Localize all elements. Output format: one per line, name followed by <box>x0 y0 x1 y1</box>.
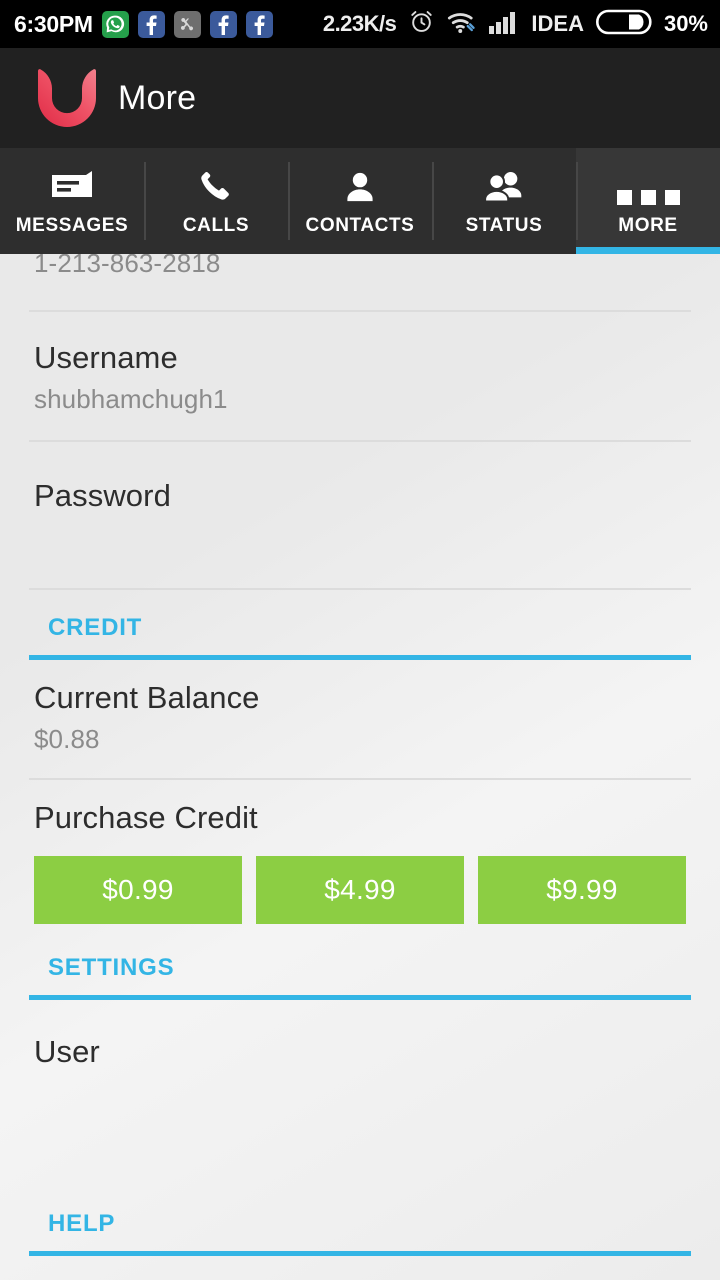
phone-icon <box>198 165 234 205</box>
tab-status[interactable]: STATUS <box>432 148 576 254</box>
list-item-current-balance[interactable]: Current Balance $0.88 <box>0 660 720 780</box>
message-bubble-icon <box>50 165 94 205</box>
user-label: User <box>34 1034 100 1069</box>
tab-messages[interactable]: MESSAGES <box>0 148 144 254</box>
tab-label: CONTACTS <box>305 215 415 236</box>
people-icon <box>482 165 526 205</box>
app-screen: 6:30PM 2.23K/s IDEA 30% More MESSAGES CA… <box>0 0 720 1280</box>
facebook-icon <box>137 10 165 38</box>
list-item-purchase-credit: Purchase Credit $0.99 $4.99 $9.99 <box>0 780 720 930</box>
credit-button-1[interactable]: $0.99 <box>34 856 242 924</box>
screenshot-icon <box>173 10 201 38</box>
signal-bars-icon <box>489 10 519 39</box>
password-label: Password <box>34 478 171 513</box>
section-title: SETTINGS <box>48 954 175 981</box>
section-rule <box>29 1251 691 1256</box>
section-header-credit: CREDIT <box>0 590 720 660</box>
phone-number-value: 1-213-863-2818 <box>34 254 221 278</box>
list-item-user[interactable]: User <box>0 1000 720 1118</box>
active-tab-indicator <box>576 247 720 254</box>
section-header-help: HELP <box>0 1186 720 1256</box>
network-speed: 2.23K/s <box>322 11 397 36</box>
whatsapp-icon <box>101 10 129 38</box>
tab-contacts[interactable]: CONTACTS <box>288 148 432 254</box>
section-title: CREDIT <box>48 614 143 641</box>
settings-list[interactable]: 1-213-863-2818 Username shubhamchugh1 Pa… <box>0 254 720 1280</box>
battery-icon <box>595 8 652 41</box>
tab-calls[interactable]: CALLS <box>144 148 288 254</box>
action-bar: More <box>0 48 720 148</box>
credit-button-3[interactable]: $9.99 <box>478 856 686 924</box>
credit-options: $0.99 $4.99 $9.99 <box>34 856 686 924</box>
balance-value: $0.88 <box>34 724 100 754</box>
app-logo <box>38 69 96 127</box>
purchase-credit-label: Purchase Credit <box>34 800 258 835</box>
tab-bar: MESSAGES CALLS CONTACTS STATUS MORE <box>0 148 720 254</box>
alarm-clock-icon <box>408 8 435 40</box>
tab-label: STATUS <box>465 215 543 236</box>
status-bar-left: 6:30PM <box>14 10 273 38</box>
status-bar: 6:30PM 2.23K/s IDEA 30% <box>0 0 720 48</box>
status-time: 6:30PM <box>14 10 93 37</box>
username-label: Username <box>34 340 178 375</box>
page-title: More <box>118 78 197 117</box>
list-item-password[interactable]: Password <box>0 442 720 590</box>
section-header-settings: SETTINGS <box>0 930 720 1000</box>
balance-label: Current Balance <box>34 680 260 715</box>
tab-label: MORE <box>618 215 678 236</box>
status-bar-right: 2.23K/s IDEA 30% <box>323 8 708 41</box>
list-item-username[interactable]: Username shubhamchugh1 <box>0 312 720 442</box>
person-icon <box>341 165 379 205</box>
section-title: HELP <box>48 1210 116 1237</box>
credit-button-2[interactable]: $4.99 <box>256 856 464 924</box>
username-value: shubhamchugh1 <box>34 384 228 414</box>
tab-label: CALLS <box>182 215 250 236</box>
carrier-name: IDEA <box>531 11 584 36</box>
wifi-icon <box>447 9 477 40</box>
list-item-phone-number[interactable]: 1-213-863-2818 <box>0 254 720 312</box>
tab-label: MESSAGES <box>15 215 129 236</box>
more-dots-icon <box>616 165 680 205</box>
facebook-icon <box>245 10 273 38</box>
battery-percent: 30% <box>663 11 708 36</box>
tab-more[interactable]: MORE <box>576 148 720 254</box>
facebook-icon <box>209 10 237 38</box>
